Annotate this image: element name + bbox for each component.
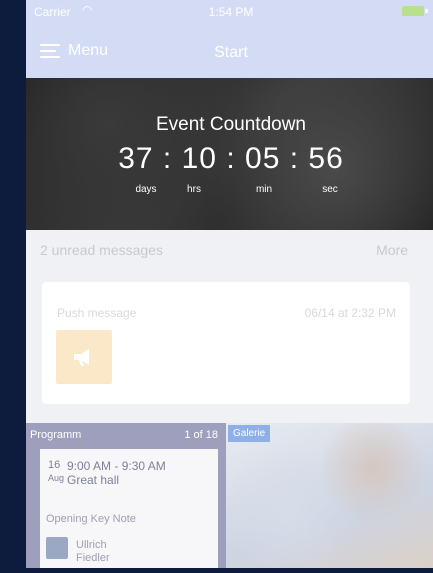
unit-seconds: sec	[322, 184, 338, 195]
programm-tile[interactable]: Programm 1 of 18 16 Aug 9:00 AM - 9:30 A…	[26, 423, 226, 568]
countdown-separator: :	[289, 142, 300, 175]
programm-count: 1 of 18	[184, 429, 218, 441]
status-bar: Carrier ◠ 1:54 PM	[26, 0, 433, 22]
page-title: Start	[214, 44, 248, 61]
messages-header: 2 unread messages More	[26, 230, 433, 270]
programm-item[interactable]: 16 Aug 9:00 AM - 9:30 AM Great hall Open…	[40, 449, 218, 568]
speaker-first-name: Ullrich	[76, 539, 107, 551]
more-link[interactable]: More	[376, 242, 408, 258]
avatar	[46, 537, 68, 559]
status-time: 1:54 PM	[208, 5, 254, 19]
countdown-days: 37	[118, 142, 154, 175]
phone-screen: Carrier ◠ 1:54 PM Menu Start Event Count…	[26, 0, 433, 568]
countdown-separator: :	[226, 142, 236, 175]
program-title: Opening Key Note	[46, 513, 136, 525]
megaphone-icon	[56, 330, 112, 384]
gallery-label: Galerie	[228, 425, 271, 442]
program-location: Great hall	[67, 473, 120, 487]
countdown-banner[interactable]: Event Countdown 37 : 10 : 05 : 56 days h…	[26, 78, 433, 230]
countdown-values: 37 : 10 : 05 : 56	[26, 142, 433, 176]
program-time: 9:00 AM - 9:30 AM	[67, 459, 166, 473]
countdown-title: Event Countdown	[156, 114, 306, 135]
message-date: 06/14 at 2:32 PM	[304, 306, 396, 320]
bottom-border	[0, 568, 433, 573]
countdown-seconds: 56	[308, 142, 344, 175]
speaker-name: Ullrich Fiedler	[76, 539, 110, 565]
battery-icon	[402, 6, 424, 16]
countdown-hours: 10	[181, 142, 217, 175]
programm-label: Programm	[30, 429, 82, 441]
message-type: Push message	[57, 306, 137, 320]
speaker-last-name: Fiedler	[76, 552, 110, 564]
battery-tip	[425, 9, 428, 13]
countdown-minutes: 05	[245, 142, 281, 175]
gallery-tile[interactable]: Galerie	[226, 423, 433, 568]
program-month: Aug	[48, 473, 65, 483]
unit-minutes: min	[255, 184, 273, 195]
countdown-separator: :	[162, 142, 173, 175]
unit-hours: hrs	[187, 184, 201, 195]
unread-messages-label: 2 unread messages	[40, 242, 163, 258]
program-day: 16	[48, 459, 61, 471]
push-message-card[interactable]: Push message 06/14 at 2:32 PM	[42, 282, 410, 404]
navigation-bar: Menu Start	[26, 22, 433, 78]
